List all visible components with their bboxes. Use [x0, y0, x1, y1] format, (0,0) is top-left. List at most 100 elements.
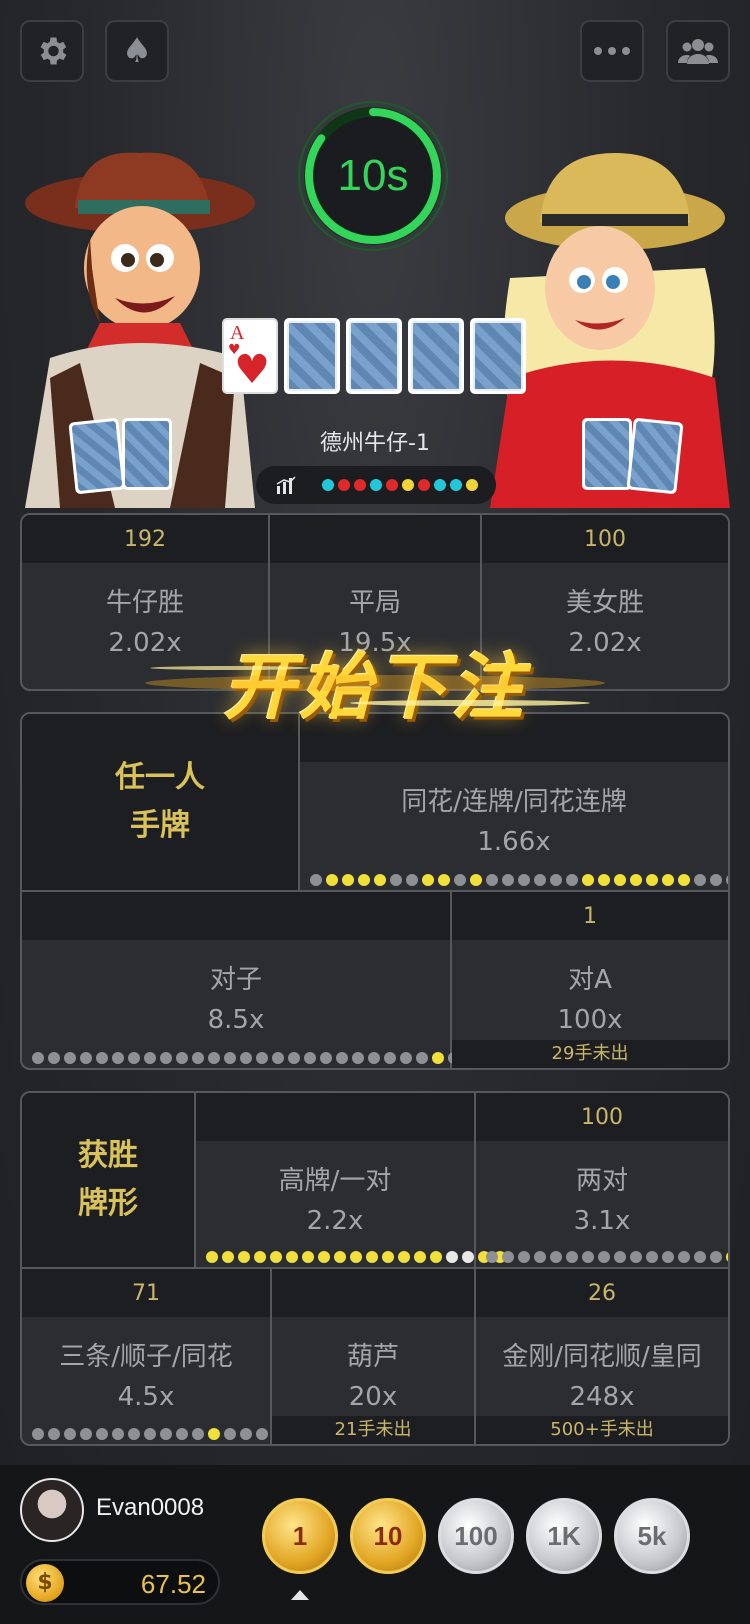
bet-label: 平局	[348, 588, 401, 618]
avatar[interactable]	[20, 1478, 84, 1542]
bet-flush-straight[interactable]: 同花/连牌/同花连牌 1.66x	[300, 714, 728, 892]
roadmap-dot	[418, 479, 430, 491]
history-dot	[470, 874, 482, 886]
history-dot	[382, 1251, 394, 1263]
history-dot	[598, 874, 610, 886]
history-dot	[224, 1428, 236, 1440]
banner-glow	[145, 666, 605, 706]
chip-1k[interactable]: 1K	[526, 1498, 602, 1574]
history-dot	[486, 874, 498, 886]
history-dots	[32, 1428, 300, 1440]
chip-1[interactable]: 1	[262, 1498, 338, 1574]
history-dot	[192, 1428, 204, 1440]
bet-count: 192	[22, 515, 268, 563]
any-hand-title-line1: 任一人	[115, 760, 205, 795]
history-dot	[288, 1052, 300, 1064]
bet-odds: 1.66x	[477, 827, 551, 857]
bet-full-house[interactable]: 葫芦 20x 21手未出	[272, 1269, 476, 1444]
bet-odds: 248x	[569, 1382, 635, 1412]
history-dot	[32, 1428, 44, 1440]
board-card-3	[346, 318, 402, 394]
spade-icon: ♠	[121, 31, 153, 71]
history-dot	[144, 1428, 156, 1440]
roadmap-dots	[322, 479, 478, 491]
history-dot	[454, 874, 466, 886]
suit-button[interactable]: ♠	[105, 20, 169, 82]
bet-count: 100	[476, 1093, 728, 1141]
history-dot	[694, 874, 706, 886]
history-dot	[222, 1251, 234, 1263]
history-dot	[272, 1052, 284, 1064]
chip-10[interactable]: 10	[350, 1498, 426, 1574]
card-suit-big: ♥	[234, 347, 270, 393]
history-dot	[128, 1052, 140, 1064]
username: Evan0008	[96, 1494, 205, 1521]
history-dot	[80, 1428, 92, 1440]
start-betting-banner: 开始下注	[145, 630, 605, 730]
roadmap-dot	[370, 479, 382, 491]
players-button[interactable]	[666, 20, 730, 82]
history-dot	[518, 1251, 530, 1263]
roadmap-dot	[354, 479, 366, 491]
chip-100[interactable]: 100	[438, 1498, 514, 1574]
history-dot	[176, 1052, 188, 1064]
history-dot	[582, 1251, 594, 1263]
bet-label: 美女胜	[565, 588, 644, 618]
bet-count	[22, 892, 450, 940]
chip-label: 1K	[547, 1520, 581, 1551]
more-button[interactable]	[580, 20, 644, 82]
roadmap-dot	[466, 479, 478, 491]
bet-odds: 20x	[348, 1382, 398, 1412]
history-dot	[144, 1052, 156, 1064]
history-dot	[32, 1052, 44, 1064]
chip-label: 100	[454, 1520, 498, 1551]
history-dot	[614, 1251, 626, 1263]
history-dot	[438, 874, 450, 886]
bet-two-pair[interactable]: 100 两对 3.1x	[476, 1093, 728, 1269]
roadmap-dot	[402, 479, 414, 491]
hands-since-note: 500+手未出	[476, 1416, 728, 1444]
history-dot	[486, 1251, 498, 1263]
chip-label: 1	[292, 1520, 308, 1551]
history-dot	[112, 1428, 124, 1440]
more-icon	[594, 47, 630, 55]
history-dot	[710, 874, 722, 886]
hands-since-note: 21手未出	[272, 1416, 474, 1444]
history-dot	[310, 874, 322, 886]
bet-quads-royal[interactable]: 26 金刚/同花顺/皇同 248x 500+手未出	[476, 1269, 728, 1444]
history-dot	[192, 1052, 204, 1064]
history-dot	[646, 874, 658, 886]
group-icon	[678, 39, 718, 64]
history-dot	[240, 1428, 252, 1440]
bet-pair[interactable]: 对子 8.5x	[22, 892, 492, 1068]
history-dot	[384, 1052, 396, 1064]
bet-label: 同花/连牌/同花连牌	[401, 787, 627, 817]
history-dot	[662, 874, 674, 886]
settings-button[interactable]	[20, 20, 84, 82]
history-dot	[96, 1428, 108, 1440]
history-dot	[48, 1052, 60, 1064]
bet-pair-aces[interactable]: 1 对A 100x 29手未出	[452, 892, 728, 1068]
hands-since-note: 29手未出	[452, 1040, 728, 1068]
history-dot	[112, 1052, 124, 1064]
chip-5k[interactable]: 5k	[614, 1498, 690, 1574]
roadmap-button[interactable]	[256, 466, 496, 504]
bet-trips-straight-flush[interactable]: 71 三条/顺子/同花 4.5x	[22, 1269, 300, 1444]
bet-odds: 4.5x	[117, 1382, 175, 1412]
history-dot	[550, 874, 562, 886]
any-hand-panel: 任一人 手牌 同花/连牌/同花连牌 1.66x 对子 8.5x 1 对A 100…	[20, 712, 730, 1070]
history-dot	[336, 1052, 348, 1064]
board-card-5	[470, 318, 526, 394]
timer-text: 10s	[337, 151, 409, 200]
chart-icon	[276, 476, 296, 494]
history-dot	[534, 874, 546, 886]
history-dot	[406, 874, 418, 886]
history-dot	[368, 1052, 380, 1064]
bet-high-card-pair[interactable]: 高牌/一对 2.2x	[196, 1093, 506, 1269]
bet-odds: 2.2x	[306, 1206, 364, 1236]
history-dot	[80, 1052, 92, 1064]
history-dot	[176, 1428, 188, 1440]
history-dot	[694, 1251, 706, 1263]
bet-label: 对子	[209, 965, 262, 995]
history-dots	[486, 1251, 728, 1263]
